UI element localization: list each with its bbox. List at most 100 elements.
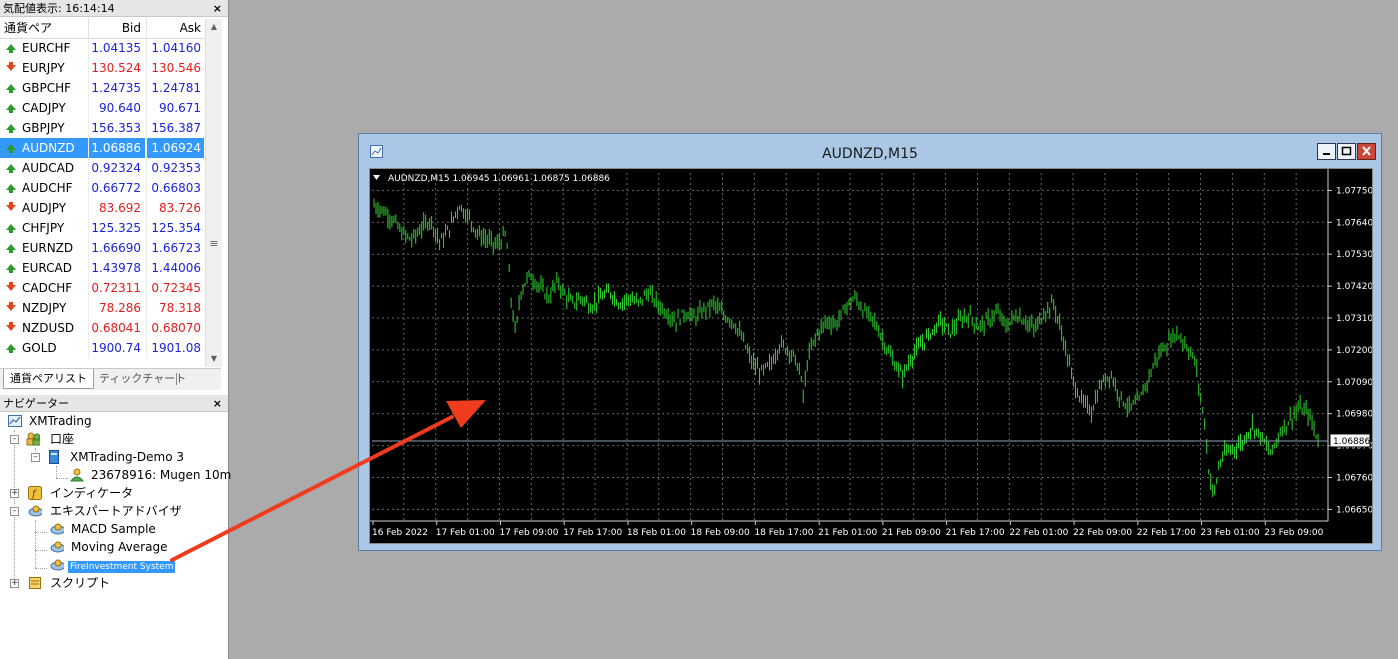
symbol-cell[interactable]: AUDCAD bbox=[0, 158, 88, 178]
bid-cell[interactable]: 0.72311 bbox=[88, 278, 145, 298]
ask-cell[interactable]: 83.726 bbox=[146, 198, 204, 218]
nav-server[interactable]: XMTrading-Demo 3 bbox=[48, 448, 184, 466]
ask-cell[interactable]: 130.546 bbox=[146, 58, 204, 78]
market-watch-row[interactable]: CHFJPY 125.325 125.354 bbox=[0, 218, 221, 238]
ask-cell[interactable]: 156.387 bbox=[146, 118, 204, 138]
column-header-bid[interactable]: Bid bbox=[88, 18, 145, 38]
scroll-grip-icon[interactable]: ≡ bbox=[206, 237, 222, 250]
symbol-cell[interactable]: GBPJPY bbox=[0, 118, 88, 138]
bid-cell[interactable]: 130.524 bbox=[88, 58, 145, 78]
market-watch-row[interactable]: NZDUSD 0.68041 0.68070 bbox=[0, 318, 221, 338]
market-watch-row[interactable]: GBPCHF 1.24735 1.24781 bbox=[0, 78, 221, 98]
chart-window[interactable]: AUDNZD,M15 1.07750 1.07640 1.07530 1.07420 1… bbox=[358, 133, 1382, 551]
scroll-up-icon[interactable]: ▲ bbox=[206, 19, 222, 35]
symbol-cell[interactable]: CADCHF bbox=[0, 278, 88, 298]
ask-cell[interactable]: 0.72345 bbox=[146, 278, 204, 298]
nav-expert-fireinvestment[interactable]: FireInvestment System bbox=[50, 556, 176, 574]
bid-cell[interactable]: 1.24735 bbox=[88, 78, 145, 98]
symbol-cell[interactable]: CHFJPY bbox=[0, 218, 88, 238]
market-watch-row[interactable]: EURJPY 130.524 130.546 bbox=[0, 58, 221, 78]
nav-account[interactable]: 23678916: Mugen 10m bbox=[70, 466, 231, 484]
nav-indicators[interactable]: f インディケータ bbox=[28, 484, 133, 502]
ask-cell[interactable]: 78.318 bbox=[146, 298, 204, 318]
bid-cell[interactable]: 125.325 bbox=[88, 218, 145, 238]
x-tick-label: 17 Feb 17:00 bbox=[563, 528, 622, 538]
symbol-cell[interactable]: CADJPY bbox=[0, 98, 88, 118]
market-watch-row[interactable]: NZDJPY 78.286 78.318 bbox=[0, 298, 221, 318]
bid-cell[interactable]: 1.04135 bbox=[88, 38, 145, 58]
navigator-close-button[interactable]: × bbox=[213, 395, 222, 412]
ask-cell[interactable]: 0.92353 bbox=[146, 158, 204, 178]
bid-cell[interactable]: 156.353 bbox=[88, 118, 145, 138]
chart-area[interactable]: 1.07750 1.07640 1.07530 1.07420 1.07310 1.072… bbox=[369, 168, 1373, 544]
market-watch-row[interactable]: AUDNZD 1.06886 1.06924 bbox=[0, 138, 221, 158]
bid-cell[interactable]: 0.68041 bbox=[88, 318, 145, 338]
market-watch-row[interactable]: EURCAD 1.43978 1.44006 bbox=[0, 258, 221, 278]
bid-cell[interactable]: 1.43978 bbox=[88, 258, 145, 278]
tab-tick-chart[interactable]: ティックチャート bbox=[93, 369, 192, 389]
symbol-cell[interactable]: GBPCHF bbox=[0, 78, 88, 98]
market-watch-row[interactable]: CADCHF 0.72311 0.72345 bbox=[0, 278, 221, 298]
market-watch-close-button[interactable]: × bbox=[213, 0, 222, 17]
ask-cell[interactable]: 0.66803 bbox=[146, 178, 204, 198]
collapse-accounts-icon[interactable]: – bbox=[10, 435, 19, 444]
nav-experts[interactable]: エキスパートアドバイザ bbox=[28, 502, 182, 520]
bid-cell[interactable]: 0.92324 bbox=[88, 158, 145, 178]
symbol-cell[interactable]: NZDUSD bbox=[0, 318, 88, 338]
bid-cell[interactable]: 1.66690 bbox=[88, 238, 145, 258]
symbol-cell[interactable]: EURCAD bbox=[0, 258, 88, 278]
bid-cell[interactable]: 90.640 bbox=[88, 98, 145, 118]
symbol-cell[interactable]: NZDJPY bbox=[0, 298, 88, 318]
expand-scripts-icon[interactable]: + bbox=[10, 579, 19, 588]
ask-cell[interactable]: 125.354 bbox=[146, 218, 204, 238]
maximize-button[interactable] bbox=[1337, 143, 1356, 160]
symbol-cell[interactable]: AUDJPY bbox=[0, 198, 88, 218]
collapse-experts-icon[interactable]: – bbox=[10, 507, 19, 516]
ask-cell[interactable]: 1901.08 bbox=[146, 338, 204, 358]
symbol-cell[interactable]: AUDNZD bbox=[0, 138, 88, 158]
symbol-cell[interactable]: GOLD bbox=[0, 338, 88, 358]
market-watch-row[interactable]: GOLD 1900.74 1901.08 bbox=[0, 338, 221, 358]
market-watch-scrollbar[interactable]: ▲ ≡ ▼ bbox=[205, 19, 222, 367]
bid-cell[interactable]: 83.692 bbox=[88, 198, 145, 218]
column-header-symbol[interactable]: 通貨ペア bbox=[4, 18, 88, 38]
nav-accounts[interactable]: 口座 bbox=[26, 430, 74, 448]
column-header-ask[interactable]: Ask bbox=[146, 18, 204, 38]
price-chart[interactable]: 1.07750 1.07640 1.07530 1.07420 1.07310 1.072… bbox=[370, 169, 1372, 543]
nav-root[interactable]: XMTrading bbox=[8, 412, 92, 430]
tab-symbol-list[interactable]: 通貨ペアリスト bbox=[3, 369, 94, 389]
symbol-cell[interactable]: EURNZD bbox=[0, 238, 88, 258]
close-button[interactable] bbox=[1357, 143, 1376, 160]
ask-cell[interactable]: 1.06924 bbox=[146, 138, 204, 158]
symbol-cell[interactable]: EURCHF bbox=[0, 38, 88, 58]
symbol-cell[interactable]: AUDCHF bbox=[0, 178, 88, 198]
expand-indicators-icon[interactable]: + bbox=[10, 489, 19, 498]
ask-cell[interactable]: 90.671 bbox=[146, 98, 204, 118]
minimize-button[interactable] bbox=[1317, 143, 1336, 160]
x-tick-label: 23 Feb 01:00 bbox=[1201, 528, 1260, 538]
market-watch-row[interactable]: GBPJPY 156.353 156.387 bbox=[0, 118, 221, 138]
ask-cell[interactable]: 0.68070 bbox=[146, 318, 204, 338]
ask-cell[interactable]: 1.66723 bbox=[146, 238, 204, 258]
ask-cell[interactable]: 1.24781 bbox=[146, 78, 204, 98]
bid-cell[interactable]: 0.66772 bbox=[88, 178, 145, 198]
chart-window-titlebar[interactable]: AUDNZD,M15 bbox=[359, 134, 1381, 164]
collapse-server-icon[interactable]: – bbox=[31, 453, 40, 462]
symbol-cell[interactable]: EURJPY bbox=[0, 58, 88, 78]
bid-cell[interactable]: 1.06886 bbox=[88, 138, 145, 158]
nav-expert-macd[interactable]: MACD Sample bbox=[50, 520, 156, 538]
bid-cell[interactable]: 78.286 bbox=[88, 298, 145, 318]
market-watch-row[interactable]: AUDCHF 0.66772 0.66803 bbox=[0, 178, 221, 198]
market-watch-row[interactable]: AUDCAD 0.92324 0.92353 bbox=[0, 158, 221, 178]
market-watch-row[interactable]: CADJPY 90.640 90.671 bbox=[0, 98, 221, 118]
ask-cell[interactable]: 1.04160 bbox=[146, 38, 204, 58]
market-watch-row[interactable]: EURNZD 1.66690 1.66723 bbox=[0, 238, 221, 258]
nav-scripts[interactable]: スクリプト bbox=[28, 574, 110, 592]
chart-menu-icon[interactable] bbox=[373, 175, 380, 180]
bid-cell[interactable]: 1900.74 bbox=[88, 338, 145, 358]
nav-expert-moving-average[interactable]: Moving Average bbox=[50, 538, 167, 556]
market-watch-row[interactable]: AUDJPY 83.692 83.726 bbox=[0, 198, 221, 218]
scroll-down-icon[interactable]: ▼ bbox=[206, 351, 222, 367]
market-watch-row[interactable]: EURCHF 1.04135 1.04160 bbox=[0, 38, 221, 58]
ask-cell[interactable]: 1.44006 bbox=[146, 258, 204, 278]
